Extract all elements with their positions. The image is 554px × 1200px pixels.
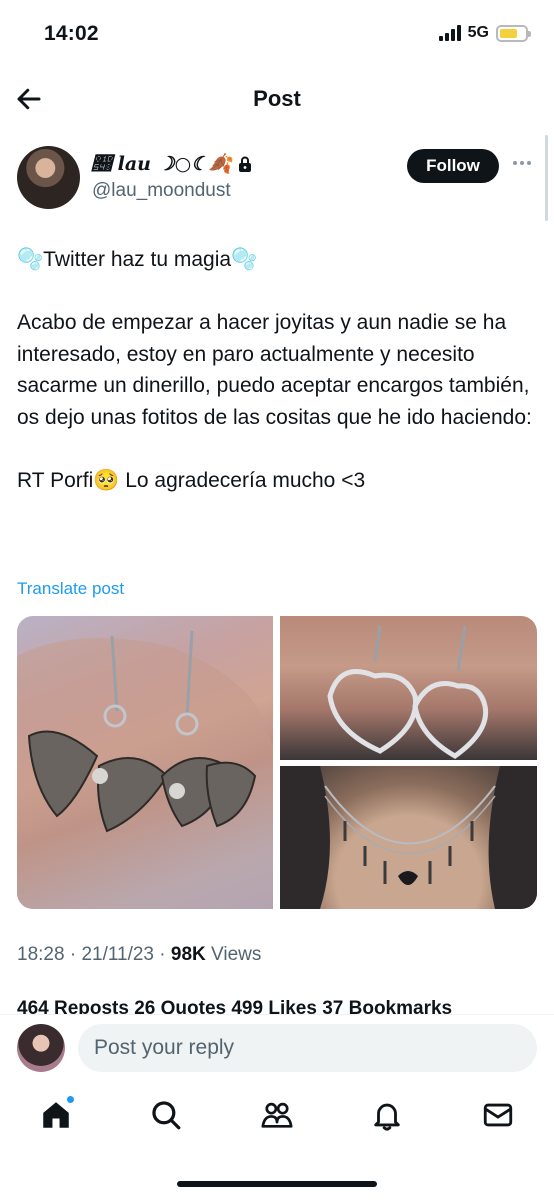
communities-icon [261,1102,293,1128]
tab-communities[interactable] [260,1098,294,1132]
views-label: Views [211,944,262,965]
status-time: 14:02 [44,22,99,45]
status-indicators: 5G [438,24,531,42]
tab-messages[interactable] [481,1098,515,1132]
battery-icon [496,24,531,42]
lock-icon [238,156,251,172]
media-image-necklace[interactable] [280,766,537,909]
bottom-tab-bar [0,1084,554,1200]
tab-search[interactable] [149,1098,183,1132]
media-grid [17,616,537,909]
status-bar: 14:02 5G [0,0,554,70]
reply-input[interactable]: Post your reply [78,1024,537,1072]
tab-home[interactable] [39,1095,75,1132]
post-date: 21/11/23 [81,944,154,965]
more-options-icon[interactable] [513,156,537,170]
post-time: 18:28 [17,944,65,965]
media-image-moth-earrings[interactable] [17,616,273,909]
post-meta: 18:28 · 21/11/23 · 98K Views [17,944,262,965]
views-count: 98K [170,944,206,965]
author-display-name-row[interactable]: 𝕈 lau ☽○☾🍂 [92,152,252,175]
notifications-icon [374,1103,400,1131]
author-avatar[interactable] [17,146,80,209]
nav-header: Post [0,70,554,128]
tab-notifications[interactable] [370,1098,404,1132]
messages-icon [483,1103,513,1127]
page-title: Post [253,86,301,111]
media-image-heart-earrings[interactable] [280,616,537,760]
author-handle[interactable]: @lau_moondust [92,180,231,202]
engagement-stats-row[interactable]: 464 Reposts 26 Quotes 499 Likes 37 Bookm… [17,1000,537,1014]
post-text: 🫧Twitter haz tu magia🫧 Acabo de empezar … [17,248,532,492]
follow-button[interactable]: Follow [407,149,499,183]
search-icon [152,1101,181,1130]
reply-bar: Post your reply [0,1014,554,1084]
signal-icon [438,25,461,41]
engagement-stats: 464 Reposts 26 Quotes 499 Likes 37 Bookm… [17,1000,453,1014]
network-type: 5G [467,24,489,41]
author-row: 𝕈 lau ☽○☾🍂 @lau_moondust Follow [0,146,554,216]
notification-dot [66,1095,75,1104]
author-display-name: 𝕈 lau ☽○☾🍂 [92,153,232,175]
home-indicator [177,1181,377,1187]
user-avatar [17,1024,65,1072]
translate-post-link[interactable]: Translate post [17,579,124,599]
